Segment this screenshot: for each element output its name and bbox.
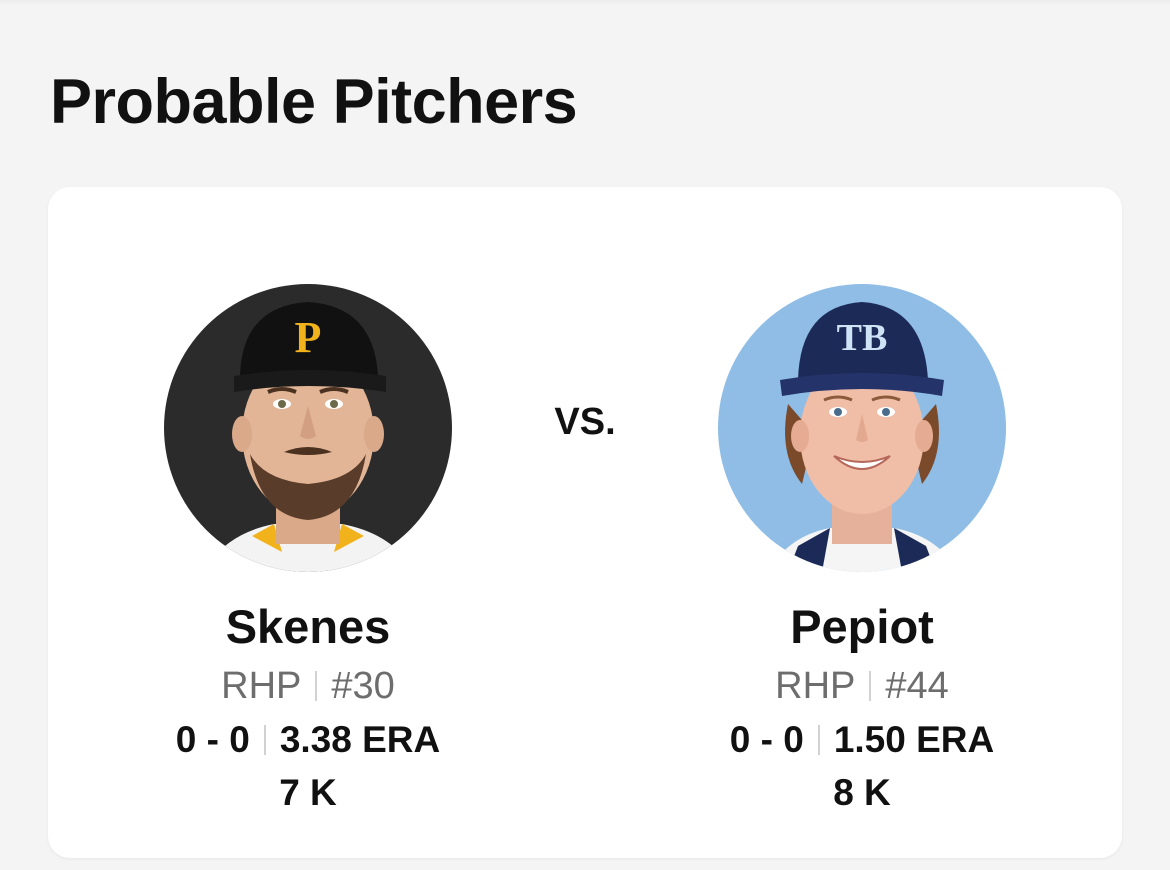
pirates-logo-icon: P (295, 313, 322, 362)
pitcher-headshot: P (164, 284, 452, 572)
pitcher-position: RHP (221, 665, 302, 707)
separator (817, 725, 820, 755)
top-divider (0, 0, 1170, 6)
pitcher-home[interactable]: TB Pepiot RHP #44 0 - 0 1.50 ERA 8 K (662, 284, 1062, 820)
pitcher-away[interactable]: P Skenes RHP #30 0 - 0 3.38 ERA 7 K (108, 284, 508, 820)
pitcher-name: Pepiot (790, 600, 934, 653)
pitcher-strikeouts: 8 K (833, 772, 891, 813)
pitcher-name: Skenes (225, 600, 391, 653)
pitcher-meta: RHP #30 (108, 658, 508, 714)
pitcher-stats: 0 - 0 1.50 ERA (662, 714, 1062, 766)
pitcher-record: 0 - 0 (729, 719, 804, 760)
vs-label: VS. (554, 401, 616, 443)
pitcher-stats: 0 - 0 3.38 ERA (108, 714, 508, 766)
pitcher-era: 3.38 ERA (279, 719, 441, 760)
separator (263, 725, 266, 755)
separator (869, 671, 872, 701)
pitcher-record: 0 - 0 (175, 719, 250, 760)
pitcher-number: #44 (885, 665, 949, 707)
probable-pitchers-card: P Skenes RHP #30 0 - 0 3.38 ERA 7 K VS. (48, 187, 1122, 858)
section-title: Probable Pitchers (50, 67, 578, 137)
pitcher-strikeouts: 7 K (279, 772, 337, 813)
pitcher-meta: RHP #44 (662, 658, 1062, 714)
separator (315, 671, 318, 701)
pitcher-position: RHP (775, 665, 856, 707)
rays-logo-icon: TB (837, 317, 888, 359)
pitcher-number: #30 (331, 665, 395, 707)
pitcher-era: 1.50 ERA (833, 719, 995, 760)
pitcher-headshot: TB (718, 284, 1006, 572)
